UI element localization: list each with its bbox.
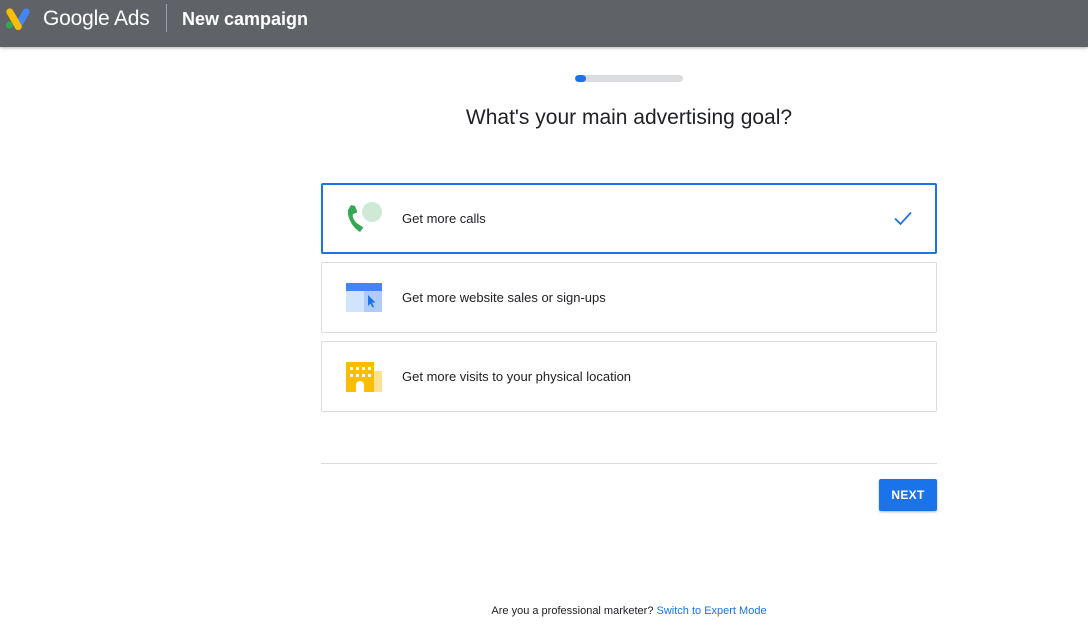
goal-option-website-sales[interactable]: Get more website sales or sign-ups <box>321 262 937 333</box>
switch-to-expert-mode-link[interactable]: Switch to Expert Mode <box>657 605 767 617</box>
page-title: New campaign <box>182 9 309 29</box>
top-app-bar: Google Ads New campaign <box>0 0 1088 47</box>
website-browser-icon <box>346 283 382 312</box>
google-ads-logo-icon[interactable] <box>4 4 32 30</box>
goal-option-physical-visits[interactable]: Get more visits to your physical locatio… <box>321 341 937 412</box>
section-divider <box>321 463 937 464</box>
brand-name[interactable]: Google Ads <box>43 6 150 32</box>
progress-bar <box>575 75 683 82</box>
phone-call-icon <box>347 202 382 232</box>
checkmark-icon <box>894 211 912 226</box>
next-button[interactable]: NEXT <box>879 479 937 511</box>
goal-option-label: Get more visits to your physical locatio… <box>402 369 632 384</box>
goal-option-calls[interactable]: Get more calls <box>321 183 937 254</box>
header-divider <box>166 4 167 32</box>
expert-mode-footer: Are you a professional marketer? Switch … <box>321 603 937 619</box>
goal-option-label: Get more website sales or sign-ups <box>402 290 606 305</box>
goal-question-heading: What's your main advertising goal? <box>465 106 793 129</box>
goal-option-label: Get more calls <box>402 211 486 226</box>
footer-prompt: Are you a professional marketer? <box>491 605 654 617</box>
storefront-building-icon <box>346 362 382 392</box>
progress-fill <box>575 75 586 82</box>
